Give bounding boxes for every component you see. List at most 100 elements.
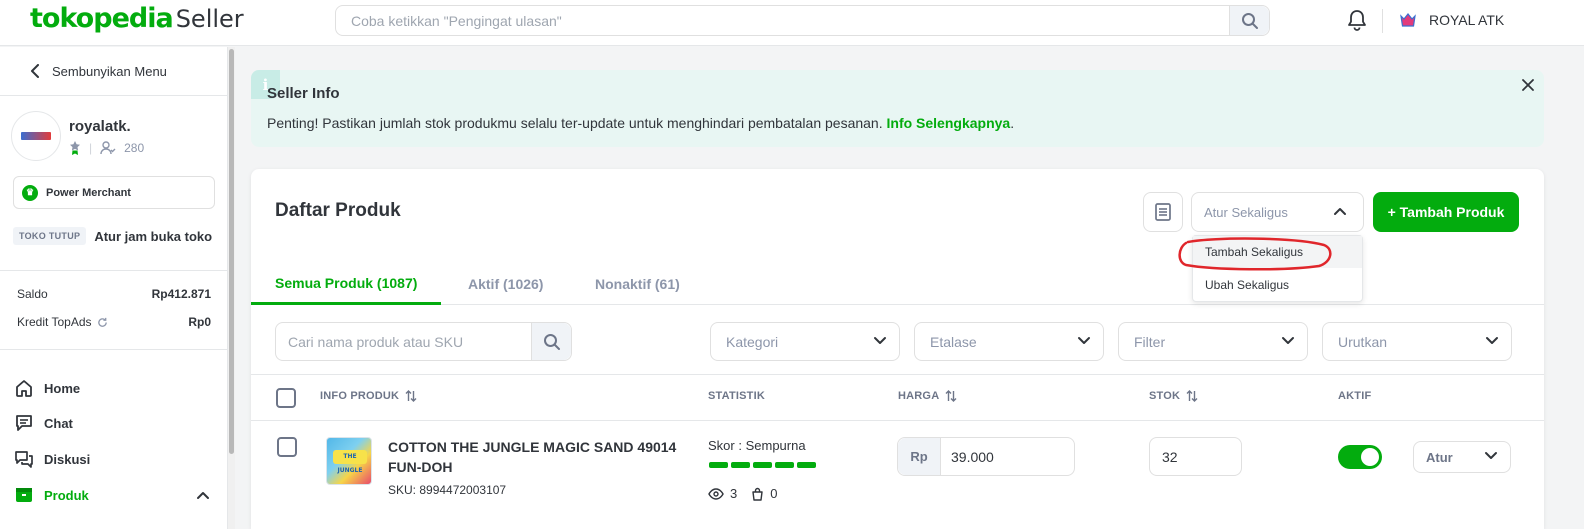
chat-icon [16, 415, 32, 431]
product-active-toggle[interactable] [1338, 445, 1382, 469]
stock-field [1149, 437, 1242, 476]
info-more-link[interactable]: Info Selengkapnya [887, 115, 1011, 131]
power-merchant-icon: ♛ [22, 184, 38, 201]
topads-label-wrap: Kredit TopAds [17, 315, 108, 329]
global-search-input[interactable] [336, 6, 1226, 35]
store-hours-link[interactable]: Atur jam buka toko [94, 229, 212, 244]
select-all-checkbox[interactable] [276, 388, 296, 408]
column-harga[interactable]: HARGA [898, 390, 957, 402]
shop-meta: | 280 [69, 140, 144, 156]
row-checkbox[interactable] [277, 437, 297, 457]
chevron-left-icon [31, 64, 39, 78]
score-label: Skor : [708, 438, 742, 453]
filter-kategori[interactable]: Kategori [710, 322, 900, 361]
sidebar-item-home[interactable]: Home [14, 378, 80, 398]
document-list-icon [1155, 203, 1171, 221]
score-bar [709, 462, 816, 468]
stock-input[interactable] [1162, 438, 1237, 475]
shop-name-top: ROYAL ATK [1429, 12, 1505, 28]
column-label: HARGA [898, 390, 940, 402]
filter-etalase[interactable]: Etalase [914, 322, 1104, 361]
box-icon [16, 488, 32, 502]
hide-menu-button[interactable]: Sembunyikan Menu [0, 47, 228, 96]
column-info-produk[interactable]: INFO PRODUK [320, 390, 417, 402]
followers-icon [100, 141, 116, 155]
close-icon[interactable] [1520, 77, 1536, 96]
tokopedia-seller-logo[interactable]: tokopedia Seller [30, 3, 244, 34]
info-banner-title: Seller Info [267, 85, 340, 102]
divider [0, 270, 228, 271]
chevron-down-icon [1282, 337, 1294, 344]
chevron-down-icon [874, 337, 886, 344]
tab-aktif[interactable]: Aktif (1026) [444, 264, 567, 304]
chevron-down-icon [1078, 337, 1090, 344]
info-banner-text: Penting! Pastikan jumlah stok produkmu s… [267, 115, 1014, 131]
global-search [335, 5, 1270, 36]
balance-row-topads[interactable]: Kredit TopAds Rp0 [17, 315, 211, 329]
sidebar-scrollbar[interactable] [228, 47, 235, 529]
download-report-button[interactable] [1143, 192, 1183, 232]
followers-count: 280 [124, 141, 145, 155]
product-sku: SKU: 8994472003107 [388, 483, 507, 497]
store-status-badge: TOKO TUTUP [13, 227, 87, 245]
info-banner-suffix: . [1010, 115, 1015, 131]
balance-row-saldo[interactable]: Saldo Rp412.871 [17, 287, 211, 301]
notification-bell-icon[interactable] [1347, 9, 1367, 34]
price-input[interactable] [951, 438, 1066, 475]
add-product-button[interactable]: + Tambah Produk [1373, 192, 1519, 232]
brand-name: tokopedia [30, 3, 174, 34]
balance-value: Rp412.871 [151, 287, 211, 301]
shop-menu[interactable]: ROYAL ATK [1399, 11, 1504, 29]
product-stats: 3 0 [708, 486, 777, 501]
column-label: AKTIF [1338, 390, 1372, 402]
scrollbar-thumb[interactable] [229, 49, 234, 454]
tab-semua-produk[interactable]: Semua Produk (1087) [251, 264, 442, 305]
shop-logo-icon [1400, 13, 1416, 27]
balance-value: Rp0 [188, 315, 211, 329]
shopping-bag-icon [752, 487, 763, 501]
sidebar-item-label: Home [44, 380, 81, 396]
column-label: STOK [1149, 390, 1181, 402]
seller-info-banner [251, 70, 1544, 147]
power-merchant-label: Power Merchant [46, 186, 131, 199]
tab-nonaktif[interactable]: Nonaktif (61) [571, 264, 704, 304]
sidebar-item-produk[interactable]: Produk [14, 485, 89, 505]
balance-label: Kredit TopAds [17, 315, 92, 329]
refresh-icon[interactable] [97, 317, 108, 328]
bulk-option-tambah[interactable]: Tambah Sekaligus [1193, 236, 1362, 268]
filter-urutkan[interactable]: Urutkan [1322, 322, 1512, 361]
bulk-action-value: Atur Sekaligus [1204, 204, 1288, 220]
filter-filter[interactable]: Filter [1118, 322, 1308, 361]
views-count: 3 [730, 486, 738, 501]
search-icon [543, 333, 560, 350]
bulk-action-select[interactable]: Atur Sekaligus [1191, 192, 1364, 232]
shop-avatar[interactable] [11, 111, 61, 161]
power-merchant-badge[interactable]: ♛ Power Merchant [13, 176, 215, 209]
currency-prefix: Rp [898, 438, 941, 475]
column-stok[interactable]: STOK [1149, 390, 1198, 402]
sidebar-shop-name[interactable]: royalatk. [69, 118, 131, 135]
column-label: STATISTIK [708, 390, 765, 402]
column-statistik: STATISTIK [708, 390, 765, 402]
sort-icon [945, 390, 957, 402]
chevron-up-icon[interactable] [196, 488, 210, 503]
filter-label: Urutkan [1338, 333, 1388, 350]
home-icon [16, 380, 32, 397]
top-bar: tokopedia Seller ROYAL ATK [0, 0, 1584, 46]
sidebar-item-label: Chat [44, 415, 73, 431]
product-action-select[interactable]: Atur [1413, 441, 1511, 473]
score-value: Sempurna [745, 438, 806, 453]
global-search-button[interactable] [1229, 6, 1269, 35]
info-banner-message: Penting! Pastikan jumlah stok produkmu s… [267, 115, 883, 131]
brand-product: Seller [175, 5, 244, 33]
page-title: Daftar Produk [275, 200, 401, 221]
product-thumbnail[interactable]: THE JUNGLE [326, 437, 372, 485]
product-search-input[interactable] [276, 323, 526, 360]
bulk-option-ubah[interactable]: Ubah Sekaligus [1193, 269, 1362, 301]
sidebar-item-chat[interactable]: Chat [14, 413, 73, 433]
sidebar-item-diskusi[interactable]: Diskusi [14, 449, 90, 469]
column-label: INFO PRODUK [320, 390, 400, 402]
product-name[interactable]: COTTON THE JUNGLE MAGIC SAND 49014 FUN-D… [388, 437, 688, 477]
product-search-button[interactable] [531, 323, 571, 360]
divider [0, 349, 228, 350]
